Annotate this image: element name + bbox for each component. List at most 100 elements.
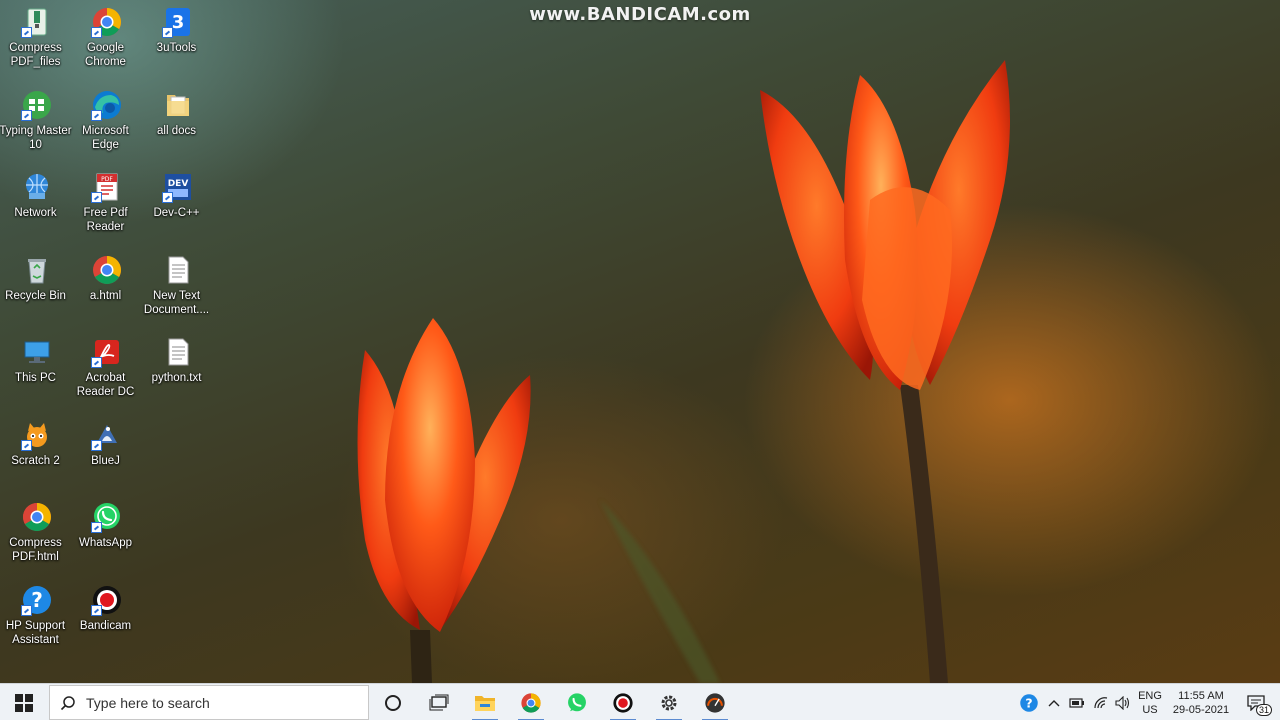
svg-text:PDF: PDF <box>101 176 113 183</box>
desktop-icon-microsoft-edge[interactable]: Microsoft Edge <box>72 89 142 152</box>
network-icon <box>21 171 53 203</box>
search-placeholder: Type here to search <box>86 694 210 711</box>
pdf-reader-icon: PDF <box>91 171 123 203</box>
whatsapp-icon <box>568 692 586 711</box>
taskbar-search-box[interactable]: Type here to search <box>49 685 369 720</box>
desktop-icon-label: all docs <box>157 125 196 137</box>
whatsapp-taskbar-button[interactable] <box>554 684 600 720</box>
cortana-icon <box>385 694 401 711</box>
desktop-icon-this-pc[interactable]: This PC <box>2 336 72 385</box>
show-hidden-icons-button[interactable] <box>1044 684 1064 720</box>
speedometer-icon <box>705 692 725 713</box>
desktop-icon-acrobat-reader[interactable]: Acrobat Reader DC <box>72 336 142 399</box>
desktop-icon-label: Network <box>14 207 57 219</box>
desktop-icon-label: Recycle Bin <box>5 290 66 302</box>
desktop-icon-label: Dev-C++ <box>153 207 200 219</box>
desktop-icon-label: BlueJ <box>91 455 120 467</box>
desktop-icon-google-chrome[interactable]: Google Chrome <box>72 6 142 69</box>
speedometer-taskbar-button[interactable] <box>692 684 738 720</box>
desktop-icon-all-docs[interactable]: all docs <box>143 89 213 138</box>
bluej-icon <box>91 419 123 451</box>
desktop-icon-grid: Compress PDF_files Typing Master 10 Netw… <box>0 0 220 683</box>
recycle-bin-icon <box>21 254 53 286</box>
taskbar: Type here to search ? ENG US 11:55 AM 29… <box>0 683 1280 720</box>
bandicam-taskbar-button[interactable] <box>600 684 646 720</box>
3utools-icon: 3 <box>162 6 194 38</box>
chrome-icon <box>91 6 123 38</box>
desktop-icon-label: Typing Master 10 <box>0 125 72 151</box>
folder-icon <box>162 89 194 121</box>
file-explorer-button[interactable] <box>462 684 508 720</box>
settings-taskbar-button[interactable] <box>646 684 692 720</box>
windows-logo-icon <box>15 693 33 712</box>
desktop-icon-3utools[interactable]: 3 3uTools <box>143 6 213 55</box>
volume-icon <box>1115 695 1130 710</box>
svg-text:3: 3 <box>172 12 185 33</box>
clock[interactable]: 11:55 AM 29-05-2021 <box>1166 684 1236 720</box>
whatsapp-icon <box>91 501 123 533</box>
hp-support-tray[interactable]: ? <box>1016 684 1042 720</box>
desktop-icon-bandicam[interactable]: Bandicam <box>72 584 142 633</box>
start-button[interactable] <box>0 684 48 720</box>
desktop-icon-typing-master[interactable]: Typing Master 10 <box>0 89 72 152</box>
desktop-icon-label: Google Chrome <box>85 42 126 68</box>
desktop-icon-label: Free Pdf Reader <box>83 207 128 233</box>
text-file-icon <box>162 336 194 368</box>
typing-master-icon <box>21 89 53 121</box>
settings-icon <box>661 695 677 710</box>
hp-support-icon: ? <box>21 584 53 616</box>
desktop-icon-new-text-document[interactable]: New Text Document.... <box>143 254 213 317</box>
desktop-icon-label: Scratch 2 <box>11 455 60 467</box>
wifi-tray[interactable] <box>1090 684 1112 720</box>
desktop-icon-label: Compress PDF.html <box>9 537 62 563</box>
battery-icon <box>1069 697 1084 708</box>
volume-tray[interactable] <box>1112 684 1134 720</box>
language-indicator[interactable]: ENG US <box>1136 684 1164 720</box>
cortana-button[interactable] <box>370 684 416 720</box>
scratch-icon <box>21 419 53 451</box>
desktop-icon-a-html[interactable]: a.html <box>72 254 142 303</box>
desktop-icon-compress-pdf-files[interactable]: Compress PDF_files <box>2 6 72 69</box>
chrome-icon <box>521 692 541 713</box>
svg-text:?: ? <box>1025 695 1032 710</box>
desktop-icon-label: Compress PDF_files <box>9 42 62 68</box>
desktop-icon-network[interactable]: Network <box>2 171 72 220</box>
clock-time: 11:55 AM <box>1178 689 1224 702</box>
chrome-icon <box>91 254 123 286</box>
chrome-taskbar-button[interactable] <box>508 684 554 720</box>
desktop-icon-label: New Text Document.... <box>143 290 210 316</box>
svg-text:DEV: DEV <box>168 179 189 189</box>
bandicam-icon <box>91 584 123 616</box>
language-code: ENG <box>1138 689 1162 702</box>
desktop-icon-python-txt[interactable]: python.txt <box>143 336 213 385</box>
battery-tray[interactable] <box>1066 684 1088 720</box>
hp-support-icon: ? <box>1020 693 1038 712</box>
desktop: www.BANDICAM.com Compress PDF_files Typi… <box>0 0 1280 683</box>
desktop-icon-compress-pdf-html[interactable]: Compress PDF.html <box>2 501 72 564</box>
keyboard-layout: US <box>1142 703 1158 716</box>
desktop-icon-label: 3uTools <box>156 42 197 54</box>
folder-zip-icon <box>21 6 53 38</box>
task-view-button[interactable] <box>416 684 462 720</box>
desktop-icon-scratch-2[interactable]: Scratch 2 <box>2 419 72 468</box>
desktop-icon-free-pdf-reader[interactable]: PDF Free Pdf Reader <box>72 171 142 234</box>
desktop-icon-whatsapp[interactable]: WhatsApp <box>72 501 142 550</box>
desktop-icon-label: Bandicam <box>79 620 132 632</box>
desktop-icon-hp-support-assistant[interactable]: ? HP Support Assistant <box>2 584 72 647</box>
desktop-icon-label: Acrobat Reader DC <box>76 372 135 398</box>
file-explorer-icon <box>475 695 495 711</box>
svg-text:?: ? <box>31 588 43 612</box>
this-pc-icon <box>21 336 53 368</box>
bandicam-icon <box>613 692 633 713</box>
desktop-icon-label: python.txt <box>151 372 202 384</box>
action-center-button[interactable]: 31 <box>1238 684 1274 720</box>
desktop-icon-dev-cpp[interactable]: DEV Dev-C++ <box>143 171 213 220</box>
chrome-icon <box>21 501 53 533</box>
desktop-icon-bluej[interactable]: BlueJ <box>72 419 142 468</box>
wifi-icon <box>1094 696 1108 708</box>
desktop-icon-recycle-bin[interactable]: Recycle Bin <box>2 254 72 303</box>
desktop-icon-label: WhatsApp <box>78 537 133 549</box>
edge-icon <box>91 89 123 121</box>
desktop-icon-label: This PC <box>15 372 56 384</box>
clock-date: 29-05-2021 <box>1172 703 1230 716</box>
